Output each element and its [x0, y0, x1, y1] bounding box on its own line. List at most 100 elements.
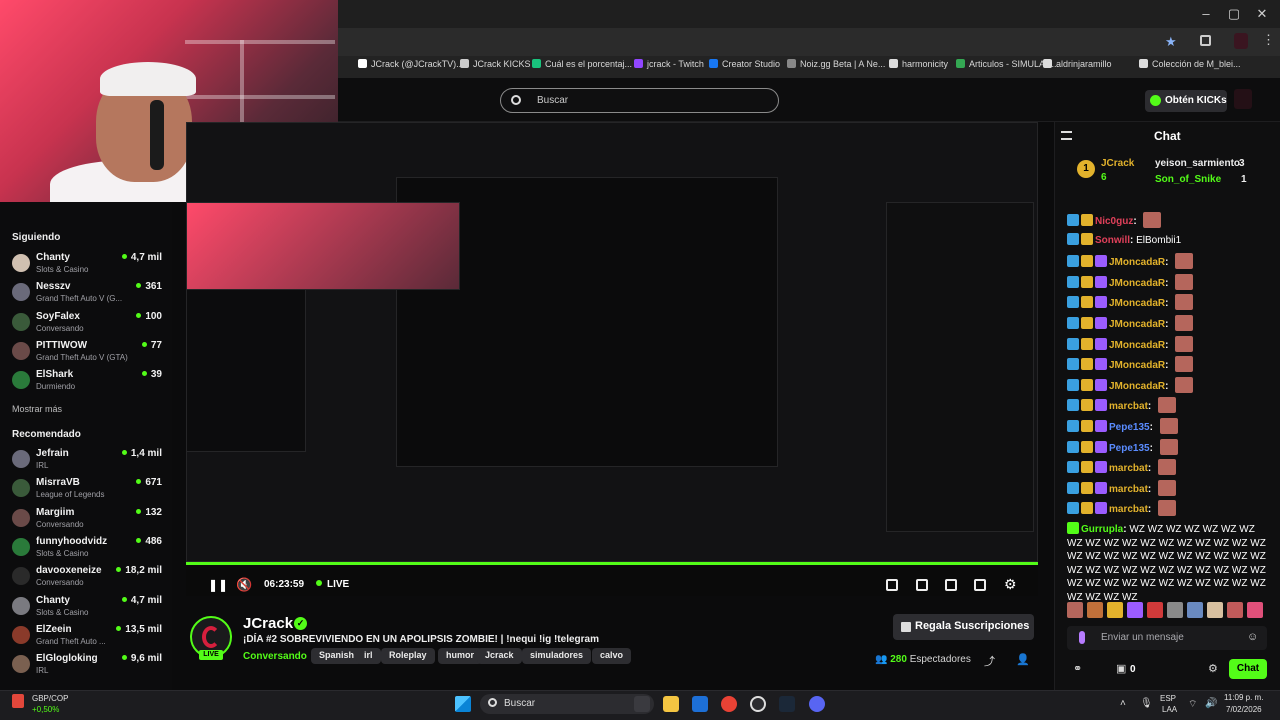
chat-username[interactable]: JMoncadaR	[1109, 381, 1165, 392]
clip-icon[interactable]	[916, 579, 928, 591]
stream-tag[interactable]: humor	[438, 648, 482, 664]
sidebar-channel[interactable]: Jefrain IRL 1,4 mil	[12, 448, 162, 474]
taskbar-search[interactable]: Buscar	[480, 694, 654, 714]
emote-icon[interactable]	[1067, 602, 1083, 618]
menu-icon[interactable]: ⋮	[1262, 32, 1275, 48]
follow-user-icon[interactable]: 👤	[1016, 653, 1030, 666]
chat-username[interactable]: Nic0guz	[1095, 216, 1133, 227]
chat-username[interactable]: Gurrupla	[1081, 524, 1123, 535]
emote-icon[interactable]	[1227, 602, 1243, 618]
points-icon[interactable]: ⚭	[1073, 662, 1082, 675]
minimize-icon[interactable]: –	[1196, 6, 1216, 21]
task-view-icon[interactable]	[634, 696, 650, 712]
emote-icon[interactable]	[1187, 602, 1203, 618]
sidebar-channel[interactable]: MisrraVB League of Legends 671	[12, 477, 162, 503]
stream-tag[interactable]: irl	[356, 648, 381, 664]
emote-icon[interactable]	[1107, 602, 1123, 618]
donor-name[interactable]: Son_of_Snike	[1155, 174, 1221, 185]
pip-icon[interactable]	[945, 579, 957, 591]
profile-avatar[interactable]	[1234, 33, 1248, 49]
chat-username[interactable]: marcbat	[1109, 401, 1148, 412]
emote-icon[interactable]	[1167, 602, 1183, 618]
chat-username[interactable]: JMoncadaR	[1109, 257, 1165, 268]
chat-settings-icon[interactable]: ⚙	[1208, 662, 1218, 675]
sidebar-channel[interactable]: Chanty Slots & Casino 4,7 mil	[12, 252, 162, 278]
sidebar-channel[interactable]: PITTIWOW Grand Theft Auto V (GTA) 77	[12, 340, 162, 366]
close-icon[interactable]: ✕	[1252, 6, 1272, 22]
tray-chevron-icon[interactable]: ˄	[1120, 698, 1126, 709]
user-avatar[interactable]	[1234, 89, 1252, 109]
obs-icon[interactable]	[750, 696, 766, 712]
theater-mode-icon[interactable]	[886, 579, 898, 591]
bookmark-item[interactable]: Colección de M_blei...	[1139, 59, 1241, 69]
emote-icon[interactable]	[1127, 602, 1143, 618]
gift-subs-button[interactable]: Regala Suscripciones	[893, 614, 1034, 640]
share-icon[interactable]: ⤴	[984, 653, 995, 669]
gift-chest-icon[interactable]: ▣	[1116, 662, 1126, 675]
show-more-link[interactable]: Mostrar más	[12, 404, 62, 414]
chat-username[interactable]: JMoncadaR	[1109, 298, 1165, 309]
emote-icon[interactable]	[1247, 602, 1263, 618]
clock-time[interactable]: 11:09 p. m.	[1224, 693, 1263, 702]
collapse-chat-icon[interactable]	[1061, 131, 1072, 140]
stream-tag[interactable]: Spanish	[311, 648, 363, 664]
bookmark-item[interactable]: Noiz.gg Beta | A Ne...	[787, 59, 885, 69]
emote-icon[interactable]	[1207, 602, 1223, 618]
stream-tag[interactable]: calvo	[592, 648, 632, 664]
outlook-icon[interactable]	[692, 696, 708, 712]
stream-category[interactable]: Conversando	[243, 651, 307, 662]
chat-username[interactable]: Pepe135	[1109, 443, 1150, 454]
chat-username[interactable]: marcbat	[1109, 484, 1148, 495]
chat-username[interactable]: marcbat	[1109, 463, 1148, 474]
donor-name[interactable]: JCrack	[1101, 158, 1134, 169]
extensions-icon[interactable]	[1200, 35, 1211, 46]
chat-username[interactable]: JMoncadaR	[1109, 340, 1165, 351]
bookmark-item[interactable]: JCrack (@JCrackTV)...	[358, 59, 464, 69]
chat-username[interactable]: JMoncadaR	[1109, 278, 1165, 289]
volume-icon[interactable]: 🔊	[1205, 698, 1217, 709]
bookmark-star-icon[interactable]: ★	[1165, 34, 1177, 50]
stream-tag[interactable]: Jcrack	[477, 648, 522, 664]
get-kicks-button[interactable]: Obtén KICKs	[1145, 90, 1227, 112]
sidebar-channel[interactable]: Margiim Conversando 132	[12, 507, 162, 533]
emote-icon[interactable]	[1087, 602, 1103, 618]
pause-icon[interactable]: ❚❚	[208, 578, 228, 592]
sidebar-channel[interactable]: davooxeneize Conversando 18,2 mil	[12, 565, 162, 591]
bookmark-item[interactable]: harmonicity	[889, 59, 948, 69]
chat-username[interactable]: marcbat	[1109, 504, 1148, 515]
streamer-name[interactable]: JCrack	[243, 615, 293, 632]
bookmark-item[interactable]: jcrack - Twitch	[634, 59, 704, 69]
wifi-icon[interactable]: ⌔	[1188, 698, 1197, 711]
mute-icon[interactable]: 🔇	[236, 577, 252, 593]
tray-mic-icon[interactable]: 🎙	[1140, 698, 1153, 709]
video-player[interactable]	[186, 122, 1038, 596]
chat-username[interactable]: Pepe135	[1109, 422, 1150, 433]
sidebar-channel[interactable]: funnyhoodvidz Slots & Casino 486	[12, 536, 162, 562]
chat-username[interactable]: JMoncadaR	[1109, 360, 1165, 371]
steam-icon[interactable]	[779, 696, 795, 712]
discord-icon[interactable]	[809, 696, 825, 712]
chrome-icon[interactable]	[721, 696, 737, 712]
sidebar-channel[interactable]: Nesszv Grand Theft Auto V (G... 361	[12, 281, 162, 307]
chat-username[interactable]: Sonwill	[1095, 235, 1130, 246]
bookmark-item[interactable]: Creator Studio	[709, 59, 780, 69]
file-explorer-icon[interactable]	[663, 696, 679, 712]
search-input[interactable]: Buscar	[500, 88, 779, 113]
stock-widget-icon[interactable]	[12, 694, 24, 708]
bookmark-item[interactable]: aldrinjaramillo	[1043, 59, 1112, 69]
sidebar-channel[interactable]: Chanty Slots & Casino 4,7 mil	[12, 595, 162, 621]
fullscreen-icon[interactable]	[974, 579, 986, 591]
sidebar-channel[interactable]: ElShark Durmiendo 39	[12, 369, 162, 395]
microphone-icon[interactable]	[1079, 631, 1085, 644]
chat-username[interactable]: JMoncadaR	[1109, 319, 1165, 330]
maximize-icon[interactable]: ▢	[1224, 6, 1244, 22]
stream-tag[interactable]: simuladores	[522, 648, 592, 664]
emoji-icon[interactable]: ☺	[1247, 631, 1258, 643]
keyboard-lang[interactable]: ESP	[1160, 694, 1176, 703]
donor-name[interactable]: yeison_sarmiento	[1155, 158, 1240, 169]
bookmark-item[interactable]: JCrack KICKS	[460, 59, 531, 69]
sidebar-channel[interactable]: SoyFalex Conversando 100	[12, 311, 162, 337]
windows-start-icon[interactable]	[455, 696, 471, 712]
sidebar-channel[interactable]: ElZeein Grand Theft Auto ... 13,5 mil	[12, 624, 162, 650]
chat-input[interactable]: Enviar un mensaje ☺	[1067, 626, 1267, 650]
